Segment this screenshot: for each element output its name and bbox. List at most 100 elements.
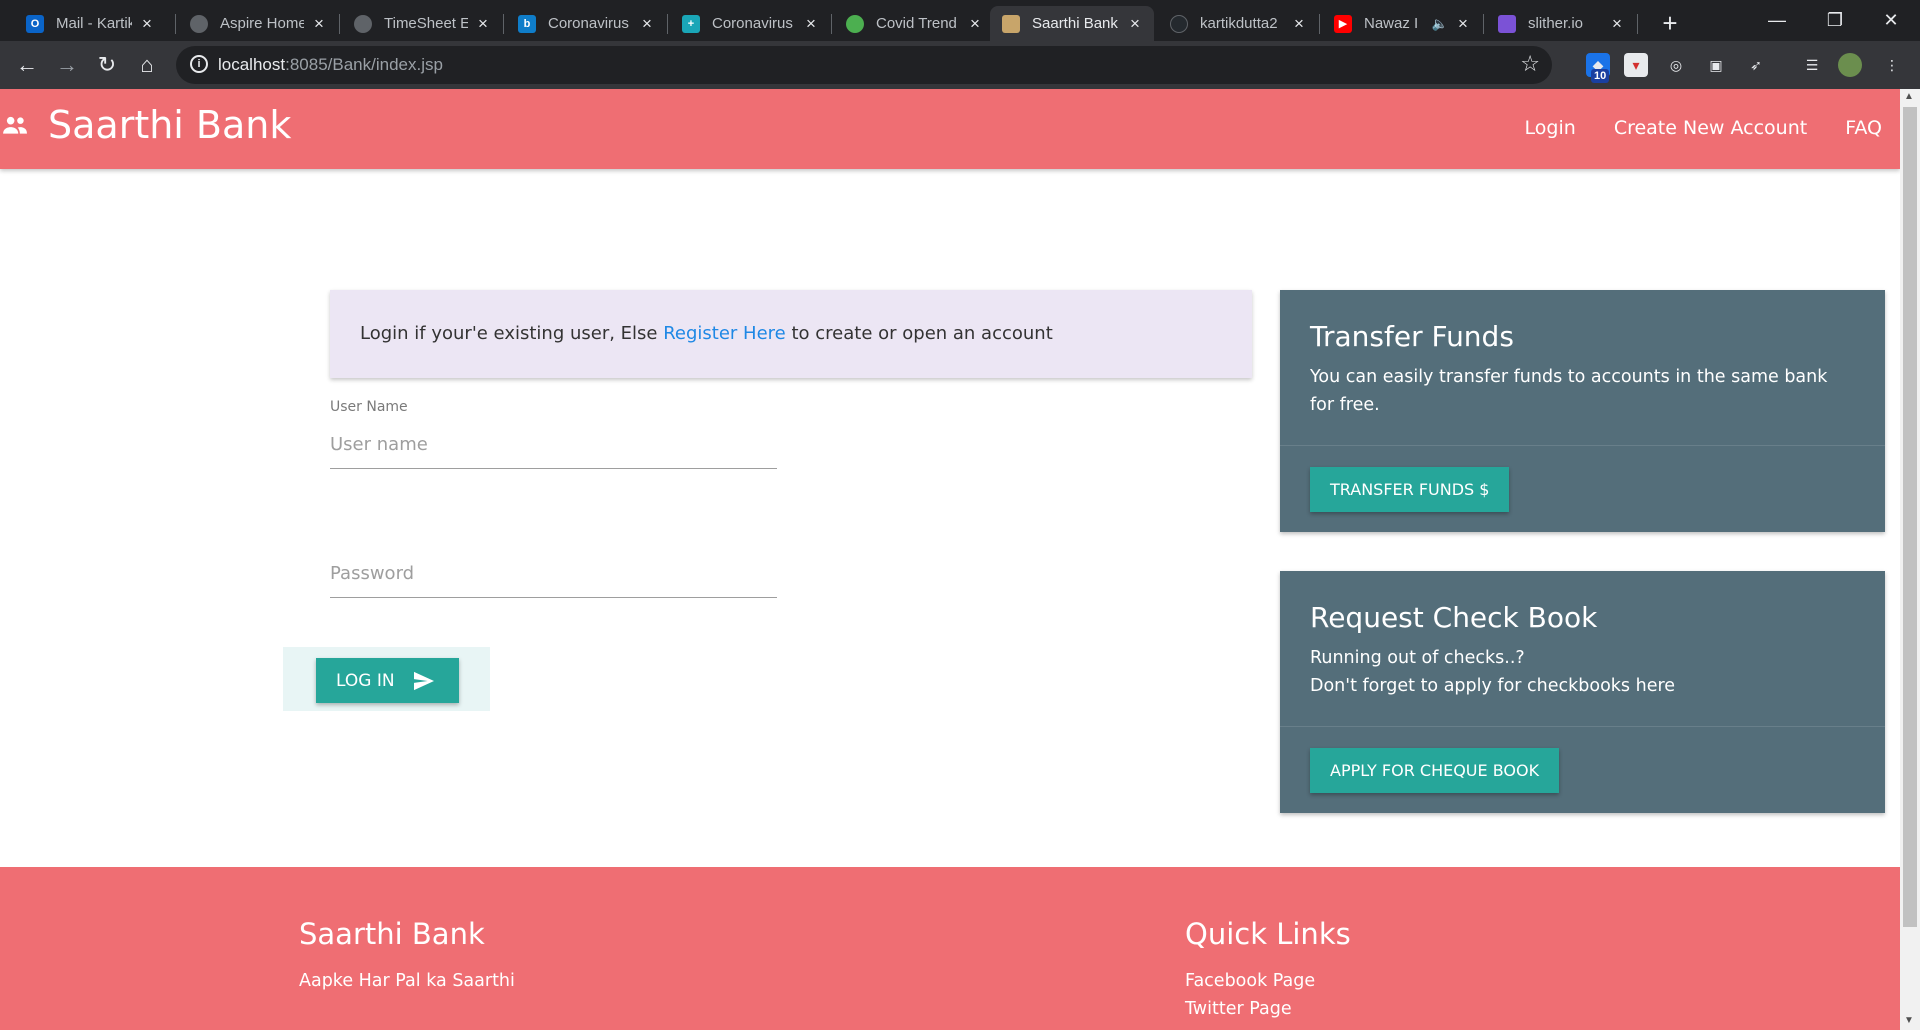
globe-icon <box>354 14 372 33</box>
scroll-up-icon[interactable]: ▲ <box>1904 91 1914 102</box>
close-tab-icon[interactable]: × <box>1608 14 1626 34</box>
back-icon[interactable]: ← <box>12 50 42 80</box>
info-text-suffix: to create or open an account <box>785 323 1053 344</box>
brand-name: Saarthi Bank <box>48 103 292 147</box>
tab-separator <box>1637 14 1638 34</box>
transfer-funds-button[interactable]: TRANSFER FUNDS $ <box>1310 467 1510 512</box>
nav-login-link[interactable]: Login <box>1525 117 1576 139</box>
tab-title: Saarthi Bank <box>1032 15 1118 32</box>
pocket-icon[interactable]: ▾ <box>1624 53 1648 77</box>
tab-saarthi-bank[interactable]: Saarthi Bank × <box>990 6 1154 41</box>
tab-separator <box>339 14 340 34</box>
tab-separator <box>667 14 668 34</box>
close-tab-icon[interactable]: × <box>1126 14 1144 34</box>
extension-badge: 10 <box>1591 69 1610 83</box>
info-text: Login if your'e existing user, Else <box>360 323 664 344</box>
tab-timesheet[interactable]: TimeSheet E × <box>342 6 502 41</box>
tab-aspire[interactable]: Aspire Home × <box>178 6 338 41</box>
info-icon[interactable]: i <box>190 55 208 73</box>
password-input[interactable] <box>330 550 777 597</box>
url-text[interactable]: localhost:8085/Bank/index.jsp <box>218 55 443 75</box>
slither-icon <box>1498 14 1516 33</box>
tab-mail[interactable]: O Mail - Kartik × <box>14 6 166 41</box>
apply-cheque-book-button[interactable]: APPLY FOR CHEQUE BOOK <box>1310 748 1560 793</box>
globe-icon <box>190 14 208 33</box>
home-icon[interactable]: ⌂ <box>132 50 162 80</box>
close-tab-icon[interactable]: × <box>638 14 656 34</box>
footer-brand: Saarthi Bank <box>299 917 485 951</box>
tab-title: kartikdutta2 <box>1200 15 1278 32</box>
bookmark-star-icon[interactable]: ☆ <box>1520 51 1540 77</box>
extension-bird-icon[interactable]: ➶ <box>1744 53 1768 77</box>
tab-title: Mail - Kartik <box>56 15 132 32</box>
page: Saarthi Bank Login Create New Account FA… <box>0 89 1900 1030</box>
close-window-icon[interactable]: ✕ <box>1862 0 1920 41</box>
username-label: User Name <box>330 399 408 415</box>
address-bar[interactable]: i localhost:8085/Bank/index.jsp ☆ <box>176 46 1552 84</box>
nav-links: Login Create New Account FAQ <box>1525 117 1900 139</box>
tab-separator <box>503 14 504 34</box>
cheque-book-text-2: Don't forget to apply for checkbooks her… <box>1310 676 1676 696</box>
tab-slither[interactable]: slither.io × <box>1486 6 1636 41</box>
username-field-wrap <box>330 421 777 469</box>
close-tab-icon[interactable]: × <box>310 14 328 34</box>
youtube-icon: ▶ <box>1334 14 1352 33</box>
cheque-book-card: Request Check Book Running out of checks… <box>1280 571 1885 813</box>
tab-separator <box>175 14 176 34</box>
tab-title: TimeSheet E <box>384 15 468 32</box>
login-button[interactable]: LOG IN <box>316 658 459 703</box>
people-icon <box>3 116 27 134</box>
picture-in-picture-icon[interactable]: ▣ <box>1704 53 1728 77</box>
tab-covid-trend[interactable]: Covid Trend × <box>834 6 994 41</box>
avatar[interactable] <box>1838 53 1862 77</box>
menu-icon[interactable]: ⋮ <box>1880 53 1904 77</box>
close-tab-icon[interactable]: × <box>1454 14 1472 34</box>
speaker-icon[interactable]: 🔈 <box>1432 16 1448 32</box>
hospital-icon: + <box>682 14 700 33</box>
close-tab-icon[interactable]: × <box>474 14 492 34</box>
bank-favicon-icon <box>1002 14 1020 33</box>
browser-tabstrip: O Mail - Kartik × Aspire Home × TimeShee… <box>0 0 1920 41</box>
cheque-book-title: Request Check Book <box>1310 601 1598 634</box>
transfer-funds-text: You can easily transfer funds to account… <box>1310 367 1828 415</box>
tab-coronavirus-2[interactable]: + Coronavirus × <box>670 6 830 41</box>
reload-icon[interactable]: ↻ <box>92 50 122 80</box>
site-navbar: Saarthi Bank Login Create New Account FA… <box>0 89 1900 169</box>
tab-coronavirus-bing[interactable]: b Coronavirus × <box>506 6 666 41</box>
twitter-page-link[interactable]: Twitter Page <box>1185 999 1292 1019</box>
restore-icon[interactable]: ❐ <box>1806 0 1864 41</box>
browser-toolbar: ← → ↻ ⌂ i localhost:8085/Bank/index.jsp … <box>0 41 1920 89</box>
close-tab-icon[interactable]: × <box>966 14 984 34</box>
nav-faq-link[interactable]: FAQ <box>1845 117 1882 139</box>
url-path: :8085/Bank/index.jsp <box>285 55 443 74</box>
tab-separator <box>831 14 832 34</box>
nav-create-account-link[interactable]: Create New Account <box>1614 117 1807 139</box>
media-controls-icon[interactable]: ☰ <box>1800 53 1824 77</box>
outlook-icon: O <box>26 14 44 33</box>
quick-links-title: Quick Links <box>1185 917 1351 951</box>
forward-icon[interactable]: → <box>52 50 82 80</box>
scroll-down-icon[interactable]: ▼ <box>1904 1015 1914 1026</box>
brand-logo[interactable]: Saarthi Bank <box>2 103 291 147</box>
close-tab-icon[interactable]: × <box>802 14 820 34</box>
username-input[interactable] <box>330 421 777 468</box>
facebook-page-link[interactable]: Facebook Page <box>1185 971 1315 991</box>
tab-youtube[interactable]: ▶ Nawaz I 🔈 × <box>1322 6 1482 41</box>
new-tab-icon[interactable]: + <box>1656 8 1684 39</box>
minimize-icon[interactable]: — <box>1748 0 1806 41</box>
card-action: TRANSFER FUNDS $ <box>1280 445 1885 532</box>
footer-tagline: Aapke Har Pal ka Saarthi <box>299 971 515 991</box>
register-here-link[interactable]: Register Here <box>663 323 786 344</box>
page-scrollbar[interactable]: ▲ ▼ <box>1900 89 1920 1030</box>
url-host: localhost <box>218 55 286 74</box>
github-icon <box>1170 14 1188 33</box>
transfer-funds-card: Transfer Funds You can easily transfer f… <box>1280 290 1885 532</box>
card-action: APPLY FOR CHEQUE BOOK <box>1280 726 1885 813</box>
tab-github[interactable]: kartikdutta2 × <box>1158 6 1318 41</box>
close-tab-icon[interactable]: × <box>1290 14 1308 34</box>
tab-title: Covid Trend <box>876 15 957 32</box>
extension-globe-icon[interactable]: ◎ <box>1664 53 1688 77</box>
register-info-card: Login if your'e existing user, Else Regi… <box>330 290 1252 378</box>
close-tab-icon[interactable]: × <box>138 14 156 34</box>
scrollbar-thumb[interactable] <box>1903 107 1917 927</box>
